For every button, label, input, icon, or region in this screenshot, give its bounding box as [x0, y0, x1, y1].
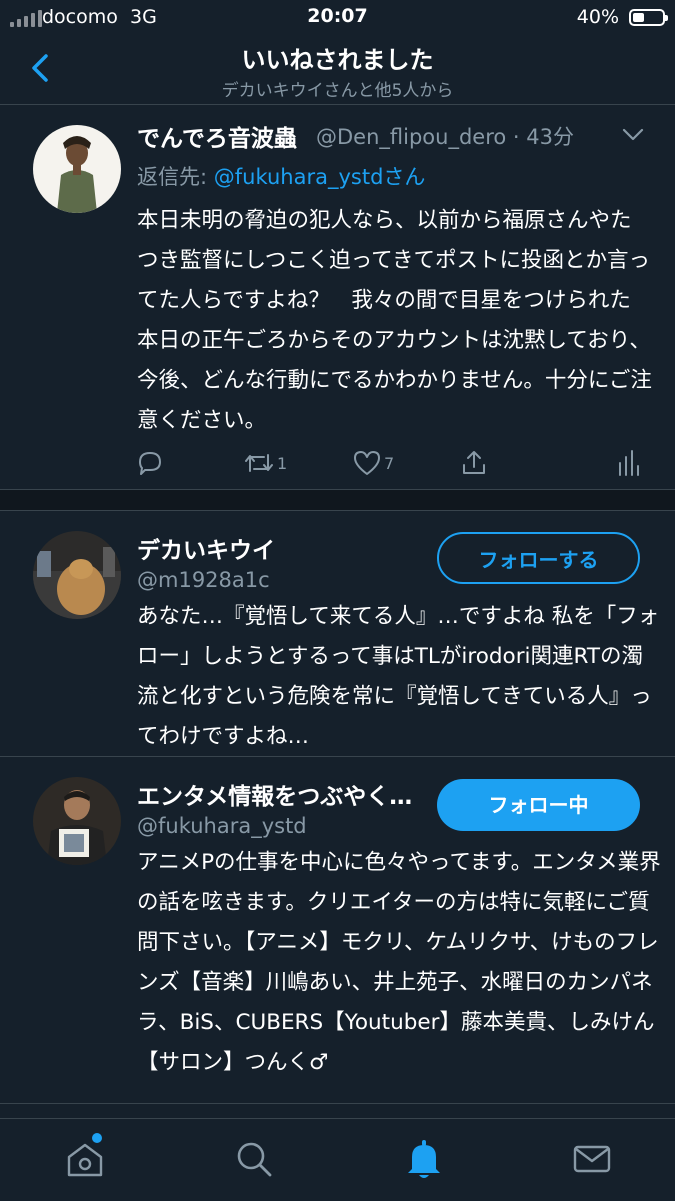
like-button[interactable]: 7 — [352, 445, 394, 481]
reply-mention-link[interactable]: @fukuhara_ystdさん — [214, 165, 426, 189]
chevron-down-icon[interactable] — [622, 127, 644, 143]
retweet-button[interactable]: 1 — [243, 445, 287, 481]
battery-percent: 40% — [576, 6, 619, 28]
user-cell[interactable]: デカいキウイ @m1928a1c フォローする あなた…『覚悟して来てる人』…で… — [0, 511, 675, 757]
following-button[interactable]: フォロー中 — [437, 779, 640, 831]
retweet-count: 1 — [277, 453, 288, 473]
tweet-actions: 1 7 — [0, 445, 675, 481]
reply-prefix: 返信先: — [137, 165, 214, 189]
share-button[interactable] — [460, 445, 488, 481]
reply-button[interactable] — [136, 445, 164, 481]
reply-icon — [139, 452, 161, 475]
page-header: いいねされました デカいキウイさんと他5人から — [0, 36, 675, 105]
avatar[interactable] — [33, 125, 121, 213]
like-count: 7 — [384, 453, 395, 473]
battery-icon — [629, 9, 668, 26]
user-cell[interactable]: エンタメ情報をつぶやく… @fukuhara_ystd フォロー中 アニメPの仕… — [0, 757, 675, 1104]
user-bio: アニメPの仕事を中心に色々やってます。エンタメ業界の話を呟きます。クリエイターの… — [137, 850, 661, 1075]
like-icon — [354, 451, 380, 475]
avatar[interactable] — [33, 531, 121, 619]
author-name[interactable]: でんでろ音波蟲 — [137, 119, 297, 153]
notification-dot — [92, 1133, 102, 1143]
reply-to-line: 返信先: @fukuhara_ystdさん — [137, 161, 425, 191]
search-icon[interactable] — [232, 1137, 276, 1181]
analytics-button[interactable] — [616, 445, 640, 481]
user-handle: @m1928a1c — [137, 568, 270, 592]
user-bio: あなた…『覚悟して来てる人』…ですよね 私を「フォロー」しようとするって事はTL… — [137, 604, 660, 749]
tweet-text: 本日未明の脅迫の犯人なら、以前から福原さんやたつき監督にしつこく迫ってきてポスト… — [137, 208, 652, 433]
page-subtitle: デカいキウイさんと他5人から — [221, 81, 454, 101]
user-name[interactable]: エンタメ情報をつぶやく… — [137, 777, 433, 811]
page-title: いいねされました — [241, 46, 434, 74]
user-handle: @fukuhara_ystd — [137, 814, 307, 838]
liked-tweet[interactable]: でんでろ音波蟲 @Den_flipou_dero · 43分 返信先: @fuk… — [0, 105, 675, 490]
follow-button[interactable]: フォローする — [437, 532, 640, 584]
status-bar: docomo 3G 20:07 40% — [0, 0, 675, 36]
avatar[interactable] — [33, 777, 121, 865]
author-handle-time: @Den_flipou_dero · 43分 — [316, 125, 574, 149]
notifications-icon[interactable] — [402, 1137, 446, 1181]
home-icon[interactable] — [63, 1137, 107, 1181]
section-divider — [0, 490, 675, 511]
user-name[interactable]: デカいキウイ — [137, 531, 417, 565]
messages-icon[interactable] — [570, 1137, 614, 1181]
analytics-icon — [619, 450, 639, 476]
status-time: 20:07 — [307, 5, 368, 27]
retweet-icon — [245, 454, 273, 472]
tab-bar — [0, 1118, 675, 1201]
share-icon — [463, 451, 485, 474]
